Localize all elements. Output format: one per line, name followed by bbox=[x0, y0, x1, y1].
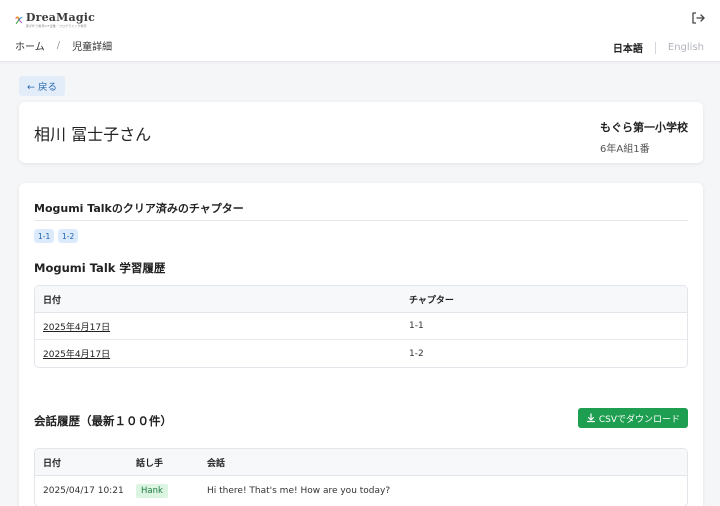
csv-button-label: CSVでダウンロード bbox=[598, 414, 680, 425]
table-row: 2025/04/17 10:21 Hank Hi there! That's m… bbox=[35, 476, 687, 506]
column-header-date: 日付 bbox=[43, 458, 62, 469]
cleared-chapters-title: Mogumi Talkのクリア済みのチャプター bbox=[34, 202, 244, 215]
column-header-chapter: チャプター bbox=[409, 295, 454, 306]
app-header: DreaMagic 夢が叶う教育ICT企業／プログラミング教育 ホーム / 児童… bbox=[0, 0, 720, 62]
download-icon bbox=[586, 413, 595, 423]
speaker-badge: Hank bbox=[136, 484, 168, 498]
conversation-history-table: 日付 話し手 会話 2025/04/17 10:21 Hank Hi there… bbox=[34, 448, 688, 506]
conversation-message: Hi there! That's me! How are you today? bbox=[207, 486, 391, 496]
school-info: もぐら第一小学校 6年A組1番 bbox=[600, 119, 688, 155]
column-header-date: 日付 bbox=[43, 295, 62, 306]
table-header: 日付 話し手 会話 bbox=[35, 449, 687, 476]
history-date-link[interactable]: 2025年4月17日 bbox=[43, 347, 110, 360]
table-row: 2025年4月17日 1-1 bbox=[35, 313, 687, 340]
language-japanese[interactable]: 日本語 bbox=[613, 40, 643, 55]
logo-tagline: 夢が叶う教育ICT企業／プログラミング教育 bbox=[25, 24, 87, 28]
back-button[interactable]: ← 戻る bbox=[19, 76, 65, 96]
logo-mark-icon bbox=[15, 16, 23, 25]
learning-history-table: 日付 チャプター 2025年4月17日 1-1 2025年4月17日 1-2 bbox=[34, 285, 688, 368]
class-info: 6年A組1番 bbox=[600, 144, 650, 155]
table-row: 2025年4月17日 1-2 bbox=[35, 340, 687, 367]
language-switcher: 日本語 English bbox=[613, 40, 704, 55]
learning-history-title: Mogumi Talk 学習履歴 bbox=[34, 261, 166, 275]
logo-name: DreaMagic bbox=[25, 11, 95, 24]
learning-details-card: Mogumi Talkのクリア済みのチャプター 1-1 1-2 Mogumi T… bbox=[19, 183, 703, 506]
student-name: 相川 冨士子さん bbox=[34, 125, 152, 144]
student-info-card: 相川 冨士子さん もぐら第一小学校 6年A組1番 bbox=[19, 102, 703, 163]
history-date-link[interactable]: 2025年4月17日 bbox=[43, 320, 110, 333]
conversation-date: 2025/04/17 10:21 bbox=[43, 486, 124, 496]
breadcrumb: ホーム / 児童詳細 bbox=[15, 38, 112, 53]
conversation-history-title: 会話履歴（最新１００件） bbox=[34, 414, 172, 428]
breadcrumb-separator: / bbox=[56, 40, 61, 51]
csv-download-button[interactable]: CSVでダウンロード bbox=[577, 408, 688, 428]
breadcrumb-current: 児童詳細 bbox=[72, 42, 113, 53]
table-header: 日付 チャプター bbox=[35, 286, 687, 313]
chapter-chip: 1-1 bbox=[34, 229, 55, 243]
section-divider bbox=[34, 220, 688, 221]
breadcrumb-home[interactable]: ホーム bbox=[15, 38, 45, 53]
column-header-message: 会話 bbox=[207, 458, 226, 469]
dreamagic-logo[interactable]: DreaMagic 夢が叶う教育ICT企業／プログラミング教育 bbox=[15, 8, 95, 32]
history-chapter: 1-2 bbox=[409, 348, 424, 359]
logout-icon[interactable] bbox=[690, 10, 706, 26]
chapter-chip: 1-2 bbox=[58, 229, 79, 243]
school-name: もぐら第一小学校 bbox=[600, 121, 688, 134]
column-header-speaker: 話し手 bbox=[136, 458, 164, 469]
language-english[interactable]: English bbox=[668, 42, 704, 53]
history-chapter: 1-1 bbox=[409, 321, 424, 331]
language-divider bbox=[654, 41, 656, 54]
